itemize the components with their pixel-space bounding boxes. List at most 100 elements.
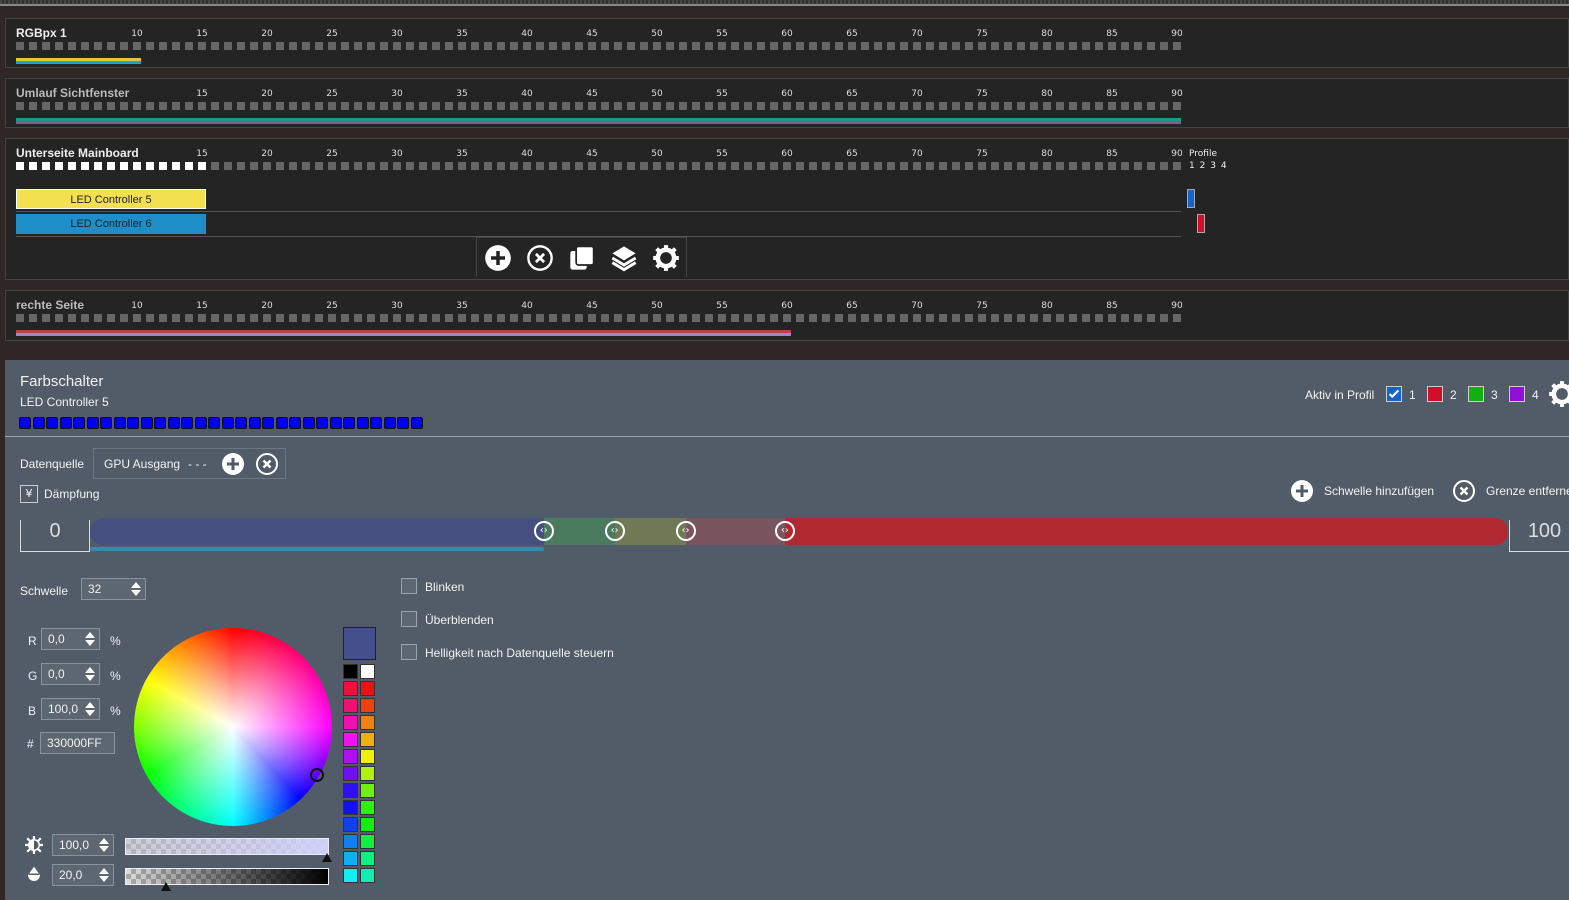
checkbox[interactable] <box>401 611 417 627</box>
led-cell[interactable] <box>55 42 63 50</box>
led-cell[interactable] <box>536 162 544 170</box>
led-cell[interactable] <box>614 42 622 50</box>
led-cell[interactable] <box>926 314 934 322</box>
led-cell[interactable] <box>965 162 973 170</box>
led-cell[interactable] <box>718 314 726 322</box>
led-cell[interactable] <box>1043 314 1051 322</box>
led-cell[interactable] <box>1056 314 1064 322</box>
profile-marker[interactable] <box>1187 189 1195 208</box>
led-cell[interactable] <box>510 162 518 170</box>
threshold-handle[interactable]: ‹› <box>533 521 554 541</box>
led-cell[interactable] <box>263 162 271 170</box>
led-cell[interactable] <box>523 162 531 170</box>
led-cell[interactable] <box>406 314 414 322</box>
add-threshold-button[interactable]: Schwelle hinzufügen <box>1324 484 1434 498</box>
palette-swatch[interactable] <box>343 749 358 764</box>
led-cell[interactable] <box>705 42 713 50</box>
led-cell[interactable] <box>133 102 141 110</box>
brightness-slider[interactable] <box>125 838 329 855</box>
led-cell[interactable] <box>861 162 869 170</box>
led-cell[interactable] <box>29 162 37 170</box>
led-cell[interactable] <box>68 162 76 170</box>
led-cell[interactable] <box>614 102 622 110</box>
led-cell[interactable] <box>406 102 414 110</box>
led-cell[interactable] <box>185 102 193 110</box>
led-cell[interactable] <box>731 42 739 50</box>
led-cell[interactable] <box>1004 42 1012 50</box>
led-cell[interactable] <box>198 162 206 170</box>
led-cell[interactable] <box>861 314 869 322</box>
led-cell[interactable] <box>354 42 362 50</box>
led-cell[interactable] <box>328 102 336 110</box>
led-cell[interactable] <box>185 42 193 50</box>
gear-icon[interactable] <box>652 244 680 272</box>
led-cell[interactable] <box>55 162 63 170</box>
led-cell[interactable] <box>354 314 362 322</box>
daempfung-toggle[interactable]: ¥ <box>20 485 38 503</box>
led-cell[interactable] <box>1043 42 1051 50</box>
led-cell[interactable] <box>159 162 167 170</box>
led-cell[interactable] <box>1108 162 1116 170</box>
led-cell[interactable] <box>692 162 700 170</box>
add-source-icon[interactable] <box>221 452 245 476</box>
led-cell[interactable] <box>198 42 206 50</box>
palette-swatch[interactable] <box>343 851 358 866</box>
led-cell[interactable] <box>1004 102 1012 110</box>
led-cell[interactable] <box>913 42 921 50</box>
range-min[interactable]: 0 <box>20 520 90 552</box>
led-cell[interactable] <box>458 162 466 170</box>
led-cell[interactable] <box>783 162 791 170</box>
led-cell[interactable] <box>1056 42 1064 50</box>
led-cell[interactable] <box>757 102 765 110</box>
led-cell[interactable] <box>289 162 297 170</box>
add-threshold-icon[interactable] <box>1290 479 1314 503</box>
b-input[interactable]: 100,0 <box>41 698 100 720</box>
led-cell[interactable] <box>796 42 804 50</box>
palette-swatch[interactable] <box>360 749 375 764</box>
led-cell[interactable] <box>224 162 232 170</box>
led-cell[interactable] <box>432 42 440 50</box>
led-cell[interactable] <box>133 42 141 50</box>
led-cell[interactable] <box>42 102 50 110</box>
palette-swatch[interactable] <box>360 766 375 781</box>
palette-swatch[interactable] <box>360 681 375 696</box>
led-cell[interactable] <box>419 162 427 170</box>
led-cell[interactable] <box>406 42 414 50</box>
profile-checkbox-1[interactable] <box>1386 386 1402 402</box>
profile-marker[interactable] <box>1197 214 1205 233</box>
led-cell[interactable] <box>328 42 336 50</box>
brightness-input[interactable]: 100,0 <box>52 834 114 856</box>
led-cell[interactable] <box>29 102 37 110</box>
led-cell[interactable] <box>926 102 934 110</box>
led-cell[interactable] <box>471 162 479 170</box>
led-cell[interactable] <box>1043 162 1051 170</box>
led-cell[interactable] <box>1108 314 1116 322</box>
led-cell[interactable] <box>705 162 713 170</box>
led-cell[interactable] <box>133 314 141 322</box>
led-cell[interactable] <box>250 162 258 170</box>
led-cell[interactable] <box>900 42 908 50</box>
led-cell[interactable] <box>679 314 687 322</box>
add-icon[interactable] <box>484 244 512 272</box>
range-segment[interactable] <box>90 518 544 545</box>
led-cell[interactable] <box>666 102 674 110</box>
led-cell[interactable] <box>1095 314 1103 322</box>
r-input[interactable]: 0,0 <box>41 628 100 650</box>
led-cell[interactable] <box>1030 162 1038 170</box>
led-cell[interactable] <box>679 42 687 50</box>
led-cell[interactable] <box>1069 162 1077 170</box>
led-cell[interactable] <box>367 162 375 170</box>
led-cell[interactable] <box>68 102 76 110</box>
datenquelle-box[interactable]: GPU Ausgang - - - <box>93 448 286 479</box>
led-cell[interactable] <box>861 102 869 110</box>
led-cell[interactable] <box>237 314 245 322</box>
led-cell[interactable] <box>588 162 596 170</box>
led-cell[interactable] <box>757 314 765 322</box>
led-cell[interactable] <box>731 162 739 170</box>
settings-gear-icon[interactable] <box>1548 380 1569 408</box>
palette-swatch[interactable] <box>360 851 375 866</box>
palette-swatch[interactable] <box>343 681 358 696</box>
led-cell[interactable] <box>575 102 583 110</box>
led-cell[interactable] <box>991 162 999 170</box>
led-cell[interactable] <box>341 42 349 50</box>
